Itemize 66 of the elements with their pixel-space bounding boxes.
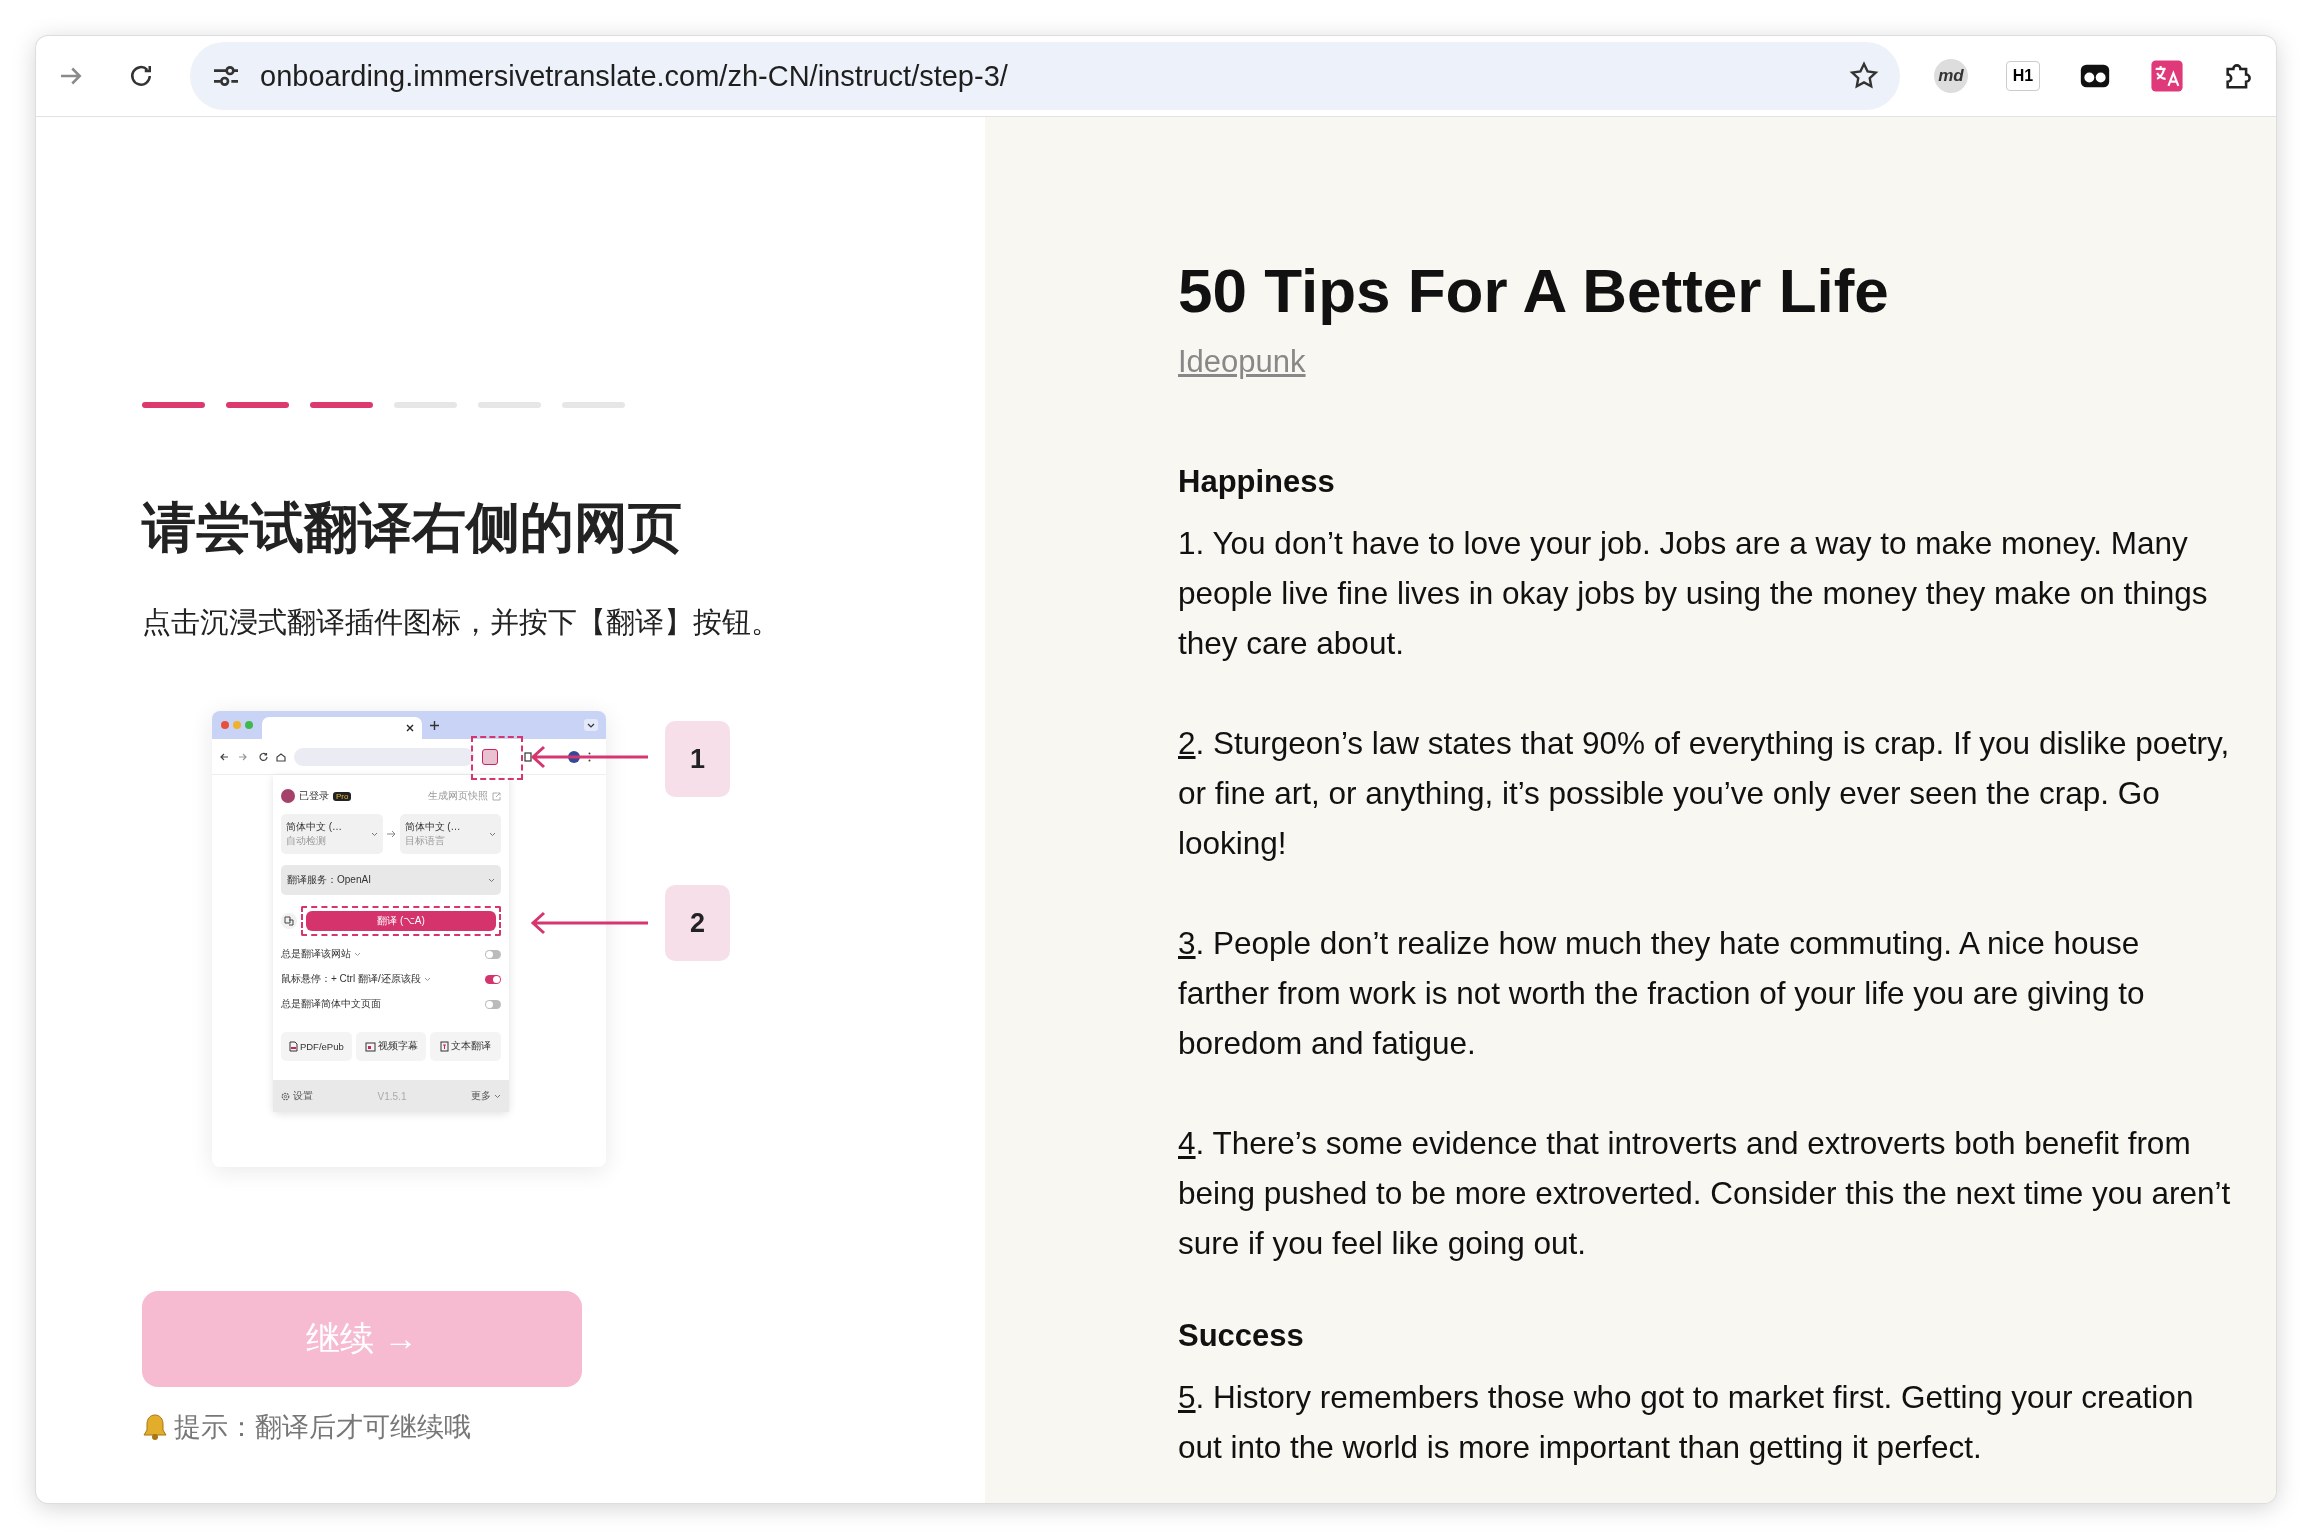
bell-icon: [142, 1413, 168, 1441]
login-status: 已登录: [299, 789, 329, 803]
tip-number-link[interactable]: 2: [1178, 725, 1196, 761]
tip-paragraph: 1. You don’t have to love your job. Jobs are a way to make money. Many people live fine lives in okay jobs by using the money they make on things they care about.: [1178, 524, 2209, 663]
chevron-down-icon: [584, 719, 598, 731]
toggle-switch[interactable]: [485, 999, 501, 1009]
chevron-down-icon: [423, 976, 431, 982]
highlight-frame: [471, 736, 523, 780]
window-controls-icon: [220, 720, 254, 730]
plus-icon: [430, 720, 439, 730]
page-heading: 请尝试翻译右侧的网页: [142, 496, 683, 559]
toggle-label: 总是翻译该网站: [281, 947, 351, 961]
close-icon: [406, 724, 414, 732]
settings-icon: [281, 1091, 290, 1101]
service-select[interactable]: 翻译服务：OpenAI: [281, 865, 501, 895]
arrow-left-icon: [530, 745, 648, 769]
extension-button[interactable]: md: [1934, 59, 1968, 93]
toggle-switch[interactable]: [485, 974, 501, 984]
puzzle-icon: [524, 751, 532, 762]
hint-text: 提示：翻译后才可继续哦: [174, 1411, 471, 1444]
arrow-right-icon: [386, 830, 396, 838]
translate-button[interactable]: 翻译 (⌥A): [306, 911, 496, 931]
mini-nav-icons-drawing: [220, 751, 286, 762]
tool-button[interactable]: PDF/ePub: [281, 1032, 352, 1061]
tool-button[interactable]: 视频字幕: [355, 1032, 427, 1061]
more-icon: [588, 751, 591, 762]
tip-number-link[interactable]: 4: [1178, 1125, 1196, 1161]
extension-button[interactable]: H1: [2006, 61, 2040, 91]
tip-paragraph: 5. History remembers those who got to market first. Getting your creation out into the world is more important than getting it perfect.: [1178, 1378, 2195, 1467]
pro-badge: Pro: [333, 791, 352, 801]
video-icon: [364, 1041, 376, 1052]
tip-paragraph: 4. There’s some evidence that introverts and extroverts both benefit from being pushed to be more extroverted. Consider this the next time you aren’t sure if you feel like going out.: [1178, 1124, 2231, 1263]
text-icon: [440, 1041, 450, 1052]
toggle-label: 总是翻译简体中文页面: [281, 997, 381, 1011]
translate-icon: [482, 748, 498, 765]
arrow-left-icon: [530, 911, 648, 935]
url-text: onboarding.immersivetranslate.com/zh-CN/instruct/step-3/: [260, 59, 1009, 93]
tip-paragraph: 2. Sturgeon’s law states that 90% of everything is crap. If you dislike poetry, or fine art, or anything, it’s possible you’ve only ever seen the crap. Go looking!: [1178, 724, 2231, 863]
section-heading: Success: [1178, 1318, 1305, 1354]
avatar-circle: [281, 789, 295, 803]
tip-paragraph: 3. People don’t realize how much they hate commuting. A nice house farther from work is not worth the fraction of your life you are giving to boredom and fatigue.: [1178, 924, 2146, 1063]
instruction-text: 点击沉浸式翻译插件图标，并按下【翻译】按钮。: [142, 605, 781, 640]
toggle-switch[interactable]: [485, 949, 501, 959]
more-menu[interactable]: 更多: [471, 1089, 501, 1103]
step-number: 1: [665, 721, 730, 797]
export-icon: [492, 791, 501, 801]
swap-icon: [281, 913, 297, 929]
article-title: 50 Tips For A Better Life: [1178, 255, 1890, 326]
step-number: 2: [665, 885, 730, 961]
settings-link[interactable]: 设置: [281, 1089, 313, 1103]
chevron-down-icon: [354, 951, 361, 957]
translate-icon[interactable]: [2150, 59, 2184, 93]
version-text: V1.5.1: [377, 1090, 407, 1102]
language-select[interactable]: 简体中文 (… 目标语言: [399, 814, 501, 854]
tool-button[interactable]: 文本翻译: [430, 1032, 501, 1061]
address-bar[interactable]: onboarding.immersivetranslate.com/zh-CN/instruct/step-3/: [190, 42, 1900, 110]
tip-number-link[interactable]: 5: [1178, 1379, 1196, 1415]
toggle-label: 鼠标悬停：+ Ctrl 翻译/还原该段: [281, 972, 421, 986]
chevron-down-icon: [370, 831, 378, 837]
chevron-down-icon: [494, 1093, 501, 1099]
chevron-down-icon: [488, 877, 495, 883]
document-icon: [288, 1041, 298, 1052]
section-heading: Happiness: [1178, 464, 1336, 500]
tip-number-link[interactable]: 3: [1178, 925, 1196, 961]
language-select[interactable]: 简体中文 (… 自动检测: [281, 814, 383, 854]
chevron-down-icon: [489, 831, 496, 837]
